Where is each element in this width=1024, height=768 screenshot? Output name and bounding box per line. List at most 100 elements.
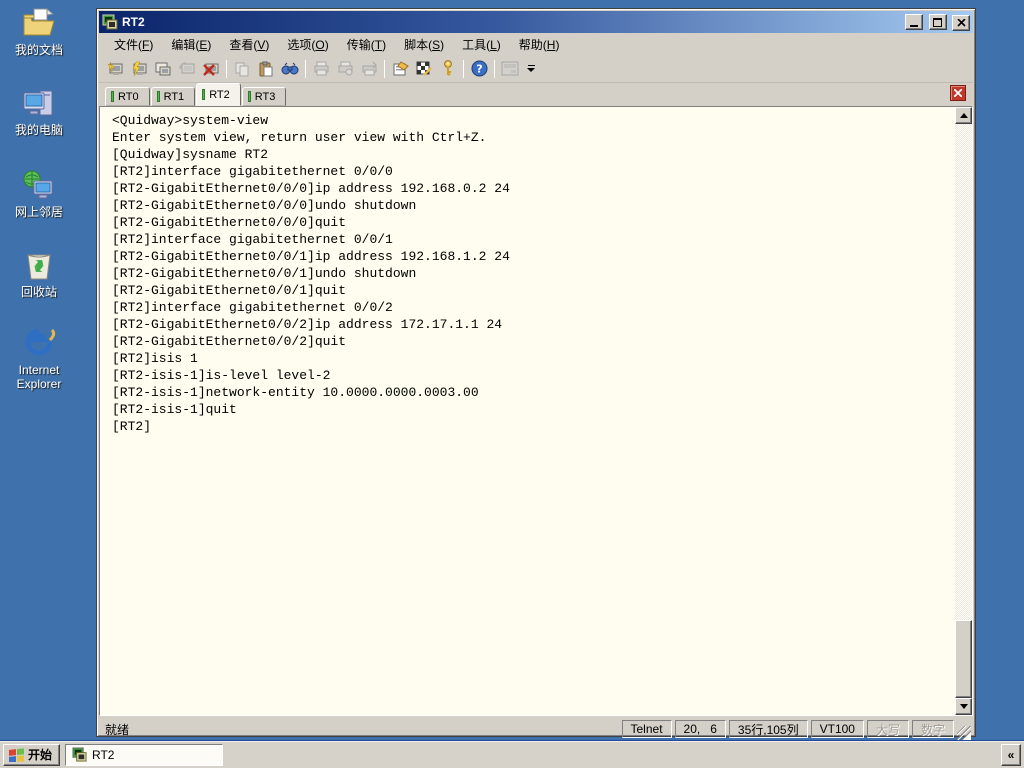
scroll-up-icon[interactable]: [955, 107, 972, 124]
toolbar-separator: [384, 59, 385, 78]
status-protocol: Telnet: [621, 720, 672, 738]
menu-help[interactable]: 帮助(H): [510, 34, 569, 55]
recycle-bin-icon: [21, 248, 57, 282]
terminal-line: [RT2]interface gigabitethernet 0/0/1: [112, 232, 393, 247]
task-label: RT2: [92, 747, 115, 762]
status-ready: 就绪: [105, 722, 130, 737]
terminal-output[interactable]: <Quidway>system-view Enter system view, …: [101, 107, 954, 715]
menu-bar: 文件(F) 编辑(E) 查看(V) 选项(O) 传输(T) 脚本(S) 工具(L…: [99, 33, 973, 55]
toolbar-separator: [494, 59, 495, 78]
quick-connect-icon[interactable]: [103, 58, 127, 80]
tab-close-icon[interactable]: [950, 85, 966, 101]
start-button[interactable]: 开始: [3, 743, 61, 766]
scroll-down-icon[interactable]: [955, 698, 972, 715]
tab-rt1[interactable]: RT1: [150, 87, 196, 106]
find-icon[interactable]: [278, 58, 302, 80]
start-label: 开始: [28, 748, 53, 762]
session-options-icon[interactable]: [388, 58, 412, 80]
paste-icon[interactable]: [254, 58, 278, 80]
terminal-line: [RT2-GigabitEthernet0/0/0]quit: [112, 215, 347, 230]
desktop-icon-internet-explorer[interactable]: Internet Explorer: [6, 326, 72, 391]
tab-rt3[interactable]: RT3: [241, 87, 287, 106]
my-computer-icon: [21, 86, 57, 120]
keymap-icon[interactable]: [412, 58, 436, 80]
title-bar[interactable]: RT2: [99, 11, 973, 33]
taskbar: 开始 RT2 «: [0, 740, 1024, 768]
terminal-line: [RT2-GigabitEthernet0/0/1]ip address 192…: [112, 249, 510, 264]
terminal-line: [RT2-GigabitEthernet0/0/0]ip address 192…: [112, 181, 510, 196]
window-title: RT2: [122, 15, 145, 29]
print-setup-icon: [357, 58, 381, 80]
internet-explorer-icon: [21, 326, 57, 360]
tab-rt2[interactable]: RT2: [196, 83, 241, 106]
status-num-lock: 数字: [911, 720, 954, 738]
tray-collapse-icon[interactable]: «: [1001, 743, 1021, 766]
resize-grip[interactable]: [957, 726, 971, 740]
network-places-icon: [21, 168, 57, 202]
menu-tools[interactable]: 工具(L): [453, 34, 510, 55]
taskbar-task-rt2[interactable]: RT2: [65, 743, 224, 766]
tab-label: RT2: [209, 88, 230, 101]
print-preview-icon: [333, 58, 357, 80]
tab-status-indicator: [111, 91, 114, 102]
close-button[interactable]: [952, 14, 970, 31]
terminal-line: [Quidway]sysname RT2: [112, 147, 269, 162]
terminal-window: RT2 文件(F) 编辑(E) 查看(V) 选项(O) 传输(T) 脚本(S) …: [96, 8, 976, 740]
status-screen-size: 35行,105列: [728, 720, 808, 738]
maximize-button[interactable]: [928, 14, 947, 30]
task-app-icon: [72, 747, 87, 762]
key-agent-icon[interactable]: [436, 58, 460, 80]
terminal-line: [RT2-isis-1]is-level level-2: [112, 368, 331, 383]
terminal-line: [RT2-GigabitEthernet0/0/1]quit: [112, 283, 347, 298]
print-icon: [309, 58, 333, 80]
connect-bar-icon: [498, 58, 522, 80]
terminal-line: [RT2-isis-1]network-entity 10.0000.0000.…: [112, 385, 479, 400]
tab-label: RT1: [163, 90, 185, 103]
desktop-icon-label: 网上邻居: [14, 205, 63, 219]
desktop-icon-network-places[interactable]: 网上邻居: [6, 168, 72, 219]
menu-file[interactable]: 文件(F): [105, 34, 162, 55]
terminal-line: [RT2-GigabitEthernet0/0/2]ip address 172…: [112, 317, 503, 332]
desktop-icon-label: 我的电脑: [14, 123, 63, 137]
menu-options[interactable]: 选项(O): [278, 34, 337, 55]
desktop-icon-label: 回收站: [20, 285, 57, 299]
toolbar: ?: [99, 55, 973, 83]
tab-label: RT0: [118, 90, 139, 103]
tab-rt0[interactable]: RT0: [105, 87, 150, 106]
toolbar-separator: [226, 59, 227, 78]
reconnect-icon: [175, 58, 199, 80]
scrollbar-thumb[interactable]: [955, 620, 972, 698]
vertical-scrollbar[interactable]: [955, 107, 972, 715]
status-emulation: VT100: [810, 720, 864, 738]
status-caps-lock: 大写: [866, 720, 909, 738]
desktop-icon-my-documents[interactable]: 我的文档: [6, 6, 72, 57]
terminal-line: [RT2]interface gigabitethernet 0/0/0: [112, 164, 393, 179]
menu-transfer[interactable]: 传输(T): [338, 34, 395, 55]
terminal-line: [RT2-GigabitEthernet0/0/0]undo shutdown: [112, 198, 417, 213]
windows-logo-icon: [9, 748, 24, 762]
help-icon[interactable]: ?: [467, 58, 491, 80]
toolbar-overflow-icon[interactable]: [524, 65, 538, 72]
terminal-line: [RT2]: [112, 419, 152, 434]
menu-view[interactable]: 查看(V): [220, 34, 278, 55]
terminal-line: [RT2-GigabitEthernet0/0/1]undo shutdown: [112, 266, 417, 281]
desktop-icon-label: 我的文档: [14, 43, 63, 57]
desktop-icon-recycle-bin[interactable]: 回收站: [6, 248, 72, 299]
menu-edit[interactable]: 编辑(E): [162, 34, 220, 55]
copy-icon: [230, 58, 254, 80]
menu-script[interactable]: 脚本(S): [395, 34, 453, 55]
terminal-line: <Quidway>system-view: [112, 113, 269, 128]
terminal-line: [RT2-isis-1]quit: [112, 402, 237, 417]
terminal-line: [RT2]isis 1: [112, 351, 198, 366]
tab-status-indicator: [247, 91, 251, 102]
terminal-line: [RT2]interface gigabitethernet 0/0/2: [112, 300, 393, 315]
minimize-button[interactable]: [905, 13, 924, 30]
status-bar: 就绪 Telnet 20, 6 35行,105列 VT100 大写 数字: [99, 716, 973, 740]
connect-icon[interactable]: [127, 58, 151, 80]
disconnect-icon[interactable]: [199, 58, 223, 80]
desktop-icon-my-computer[interactable]: 我的电脑: [6, 86, 72, 137]
connect-in-tab-icon[interactable]: [151, 58, 175, 80]
tab-status-indicator: [156, 91, 160, 102]
my-documents-icon: [21, 6, 57, 40]
status-cursor-position: 20, 6: [674, 720, 726, 738]
